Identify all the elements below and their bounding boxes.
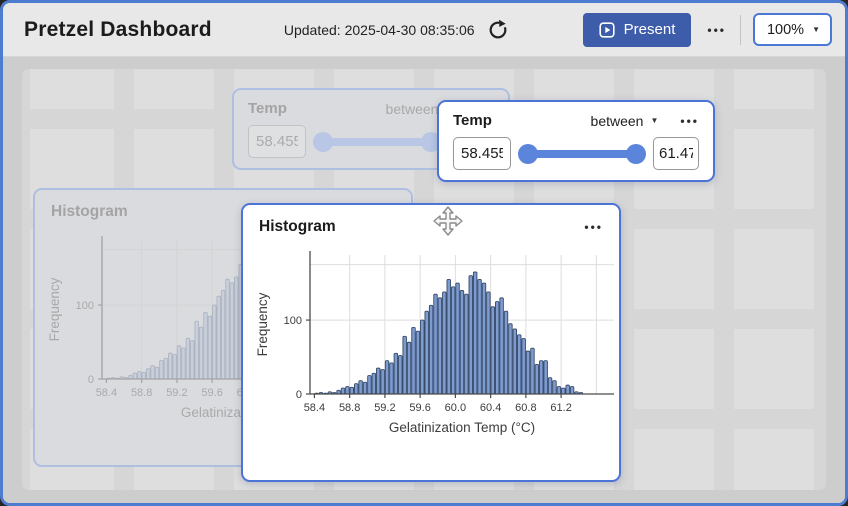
svg-text:Frequency: Frequency — [47, 277, 62, 341]
svg-text:58.8: 58.8 — [339, 402, 360, 414]
svg-text:100: 100 — [76, 300, 94, 312]
svg-text:59.6: 59.6 — [201, 387, 222, 399]
slider-handle-min[interactable] — [518, 144, 538, 164]
min-value-field[interactable] — [453, 137, 511, 170]
svg-text:58.8: 58.8 — [131, 387, 152, 399]
histogram-card[interactable]: Histogram ••• 58.4 58.8 59.2 59.6 60.0 60.4 60… — [241, 203, 621, 482]
svg-text:59.6: 59.6 — [409, 402, 430, 414]
range-slider — [314, 131, 440, 153]
zoom-level-value: 100% — [767, 22, 804, 38]
dashboard-viewport: Temp between ▼ ••• Histogram — [3, 57, 845, 503]
chevron-down-icon: ▼ — [650, 116, 658, 125]
app-window: Pretzel Dashboard Updated: 2025-04-30 08… — [0, 0, 848, 506]
min-value-field — [248, 125, 306, 158]
slider-track[interactable] — [525, 150, 639, 158]
temp-filter-card[interactable]: Temp between ▼ ••• — [437, 100, 715, 182]
max-value-field[interactable] — [653, 137, 699, 170]
svg-text:58.4: 58.4 — [96, 387, 117, 399]
page-title: Pretzel Dashboard — [24, 18, 212, 42]
header-divider — [740, 15, 741, 45]
ellipsis-icon: ••• — [707, 23, 726, 37]
refresh-icon — [487, 19, 509, 41]
refresh-button[interactable] — [485, 17, 511, 43]
operator-label: between — [386, 101, 439, 117]
slider-track — [320, 138, 434, 146]
svg-text:60.4: 60.4 — [480, 402, 501, 414]
svg-text:Gelatinization Temp (°C): Gelatinization Temp (°C) — [389, 420, 535, 435]
play-icon — [599, 22, 615, 38]
present-button-label: Present — [624, 21, 676, 38]
ellipsis-icon: ••• — [680, 114, 699, 128]
slider-handle-max[interactable] — [626, 144, 646, 164]
chevron-down-icon: ▼ — [812, 25, 820, 34]
updated-zone: Updated: 2025-04-30 08:35:06 — [212, 17, 583, 43]
svg-text:100: 100 — [284, 315, 302, 327]
svg-text:0: 0 — [296, 389, 302, 401]
svg-text:Frequency: Frequency — [255, 292, 270, 356]
histogram-chart: 58.4 58.8 59.2 59.6 60.0 60.4 60.8 61.2 0 100 Gela… — [243, 245, 623, 450]
ellipsis-icon: ••• — [584, 220, 603, 234]
header-more-button[interactable]: ••• — [705, 21, 728, 39]
svg-text:61.2: 61.2 — [550, 402, 571, 414]
svg-text:0: 0 — [88, 374, 94, 386]
svg-text:58.4: 58.4 — [304, 402, 325, 414]
svg-text:59.2: 59.2 — [374, 402, 395, 414]
card-more-button[interactable]: ••• — [680, 114, 699, 128]
operator-dropdown[interactable]: between ▼ — [591, 113, 659, 129]
operator-label: between — [591, 113, 644, 129]
card-more-button[interactable]: ••• — [584, 220, 603, 234]
filter-title: Temp — [453, 112, 591, 129]
range-slider[interactable] — [519, 143, 645, 165]
zoom-level-dropdown[interactable]: 100% ▼ — [753, 13, 832, 46]
header: Pretzel Dashboard Updated: 2025-04-30 08… — [3, 3, 845, 57]
svg-text:60.0: 60.0 — [445, 402, 466, 414]
svg-text:60.8: 60.8 — [515, 402, 536, 414]
updated-timestamp: Updated: 2025-04-30 08:35:06 — [284, 22, 475, 38]
filter-title: Temp — [248, 100, 386, 117]
slider-handle-min — [313, 132, 333, 152]
present-button[interactable]: Present — [583, 13, 692, 47]
histogram-title: Histogram — [259, 218, 584, 236]
svg-text:59.2: 59.2 — [166, 387, 187, 399]
